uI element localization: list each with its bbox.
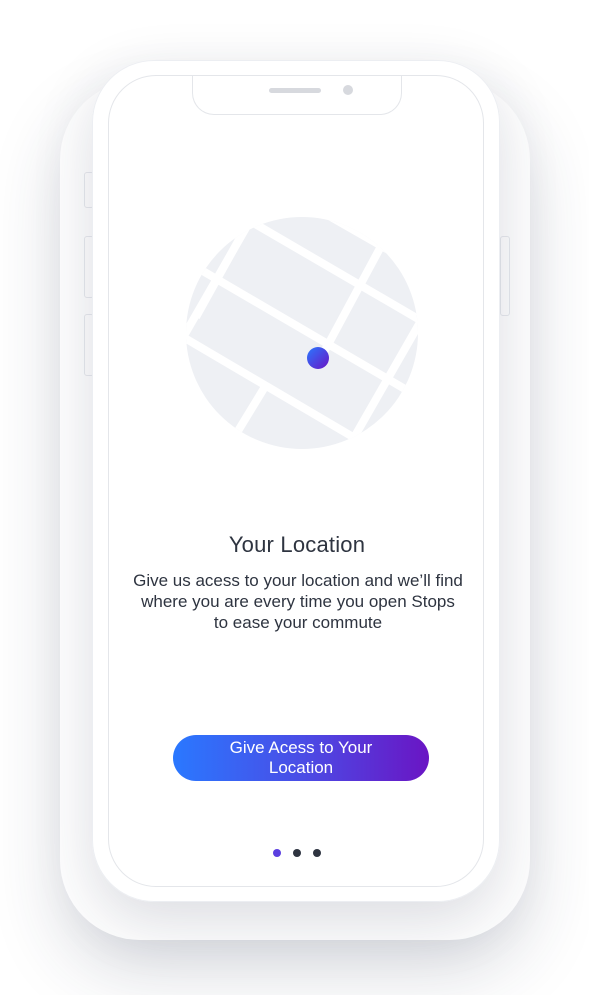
front-camera [343, 85, 353, 95]
page-dot-3[interactable] [313, 849, 321, 857]
page-indicator [109, 849, 483, 857]
device-mockup: Your Location Give us acess to your loca… [0, 0, 589, 995]
power-button [500, 236, 510, 316]
page-dot-2[interactable] [293, 849, 301, 857]
map-location-illustration [186, 217, 418, 449]
onboarding-screen: Your Location Give us acess to your loca… [108, 75, 484, 887]
location-dot-icon [307, 347, 329, 369]
speaker-grille [269, 88, 321, 93]
page-dot-1-active[interactable] [273, 849, 281, 857]
notch [192, 76, 402, 115]
give-location-access-button[interactable]: Give Acess to Your Location [173, 735, 429, 781]
page-description: Give us acess to your location and we’ll… [133, 571, 463, 632]
page-title: Your Location [228, 532, 366, 557]
